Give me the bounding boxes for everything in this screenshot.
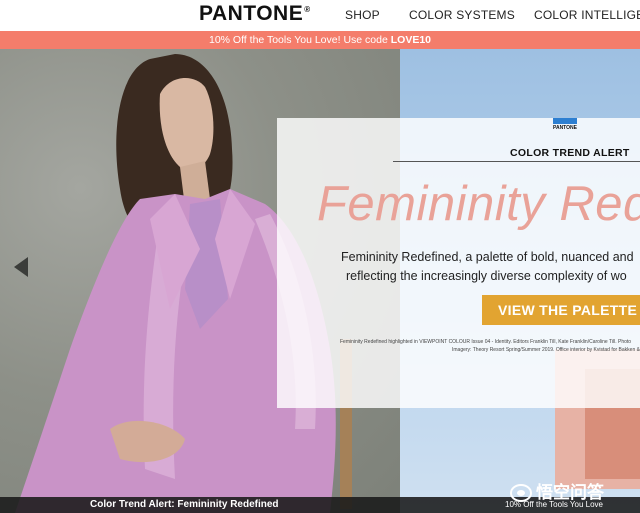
photo-credit-line-1: Femininity Redefined highlighted in VIEW… xyxy=(340,339,632,345)
photo-credit-line-2: Imagery: Theory Resort Spring/Summer 201… xyxy=(452,347,640,353)
hero-carousel: COLOR TREND ALERT PANTONE Femininity Red… xyxy=(0,49,640,513)
chevron-left-icon[interactable] xyxy=(14,257,28,277)
promo-code: LOVE10 xyxy=(390,34,432,46)
wukong-watermark: 悟空问答 xyxy=(510,478,635,502)
card-divider xyxy=(393,161,640,162)
promo-text: 10% Off the Tools You Love! Use code xyxy=(208,34,391,46)
description-line-2: reflecting the increasingly diverse comp… xyxy=(346,269,627,283)
headline: Femininity Redefined xyxy=(317,177,640,231)
description-line-1: Femininity Redefined, a palette of bold,… xyxy=(341,250,634,264)
nav-color-systems[interactable]: COLOR SYSTEMS xyxy=(409,8,515,22)
wukong-logo-icon xyxy=(510,483,532,502)
chip-brand-label: PANTONE xyxy=(553,125,577,131)
pantone-logo[interactable]: PANTONE® xyxy=(199,2,311,26)
registered-mark: ® xyxy=(304,5,311,14)
nav-color-intelligence[interactable]: COLOR INTELLIGENCE xyxy=(534,8,640,22)
watermark-text: 悟空问答 xyxy=(536,483,604,502)
promo-banner[interactable]: 10% Off the Tools You Love! Use code LOV… xyxy=(0,31,640,49)
top-navigation: PANTONE® SHOP COLOR SYSTEMS COLOR INTELL… xyxy=(0,0,640,31)
pantone-chip-icon: PANTONE xyxy=(550,118,580,138)
trend-alert-card: COLOR TREND ALERT PANTONE Femininity Red… xyxy=(277,118,640,408)
color-trend-alert-label: COLOR TREND ALERT xyxy=(510,147,630,159)
view-palette-button[interactable]: VIEW THE PALETTE xyxy=(482,295,640,325)
nav-shop[interactable]: SHOP xyxy=(345,8,380,22)
logo-text: PANTONE xyxy=(199,2,304,25)
caption-left[interactable]: Color Trend Alert: Femininity Redefined xyxy=(90,499,279,510)
